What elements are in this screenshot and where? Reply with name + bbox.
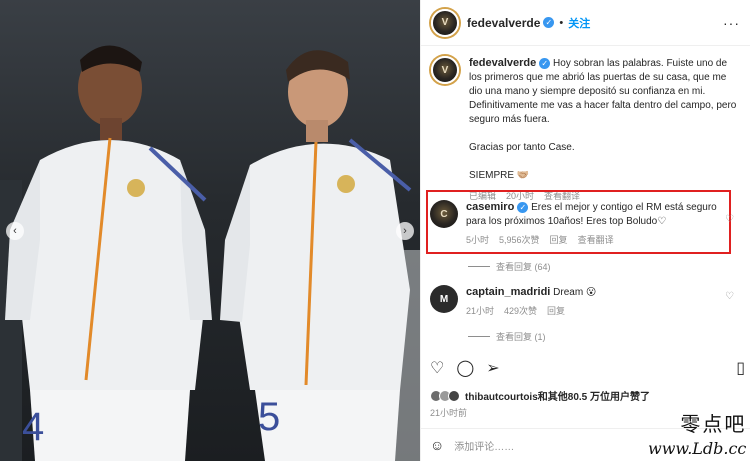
comment-likes[interactable]: 5,956次赞 xyxy=(499,235,540,245)
comment-avatar[interactable]: C xyxy=(430,200,458,228)
liker-avatar xyxy=(448,389,460,402)
replies-divider xyxy=(468,266,490,267)
verified-badge-icon: ✓ xyxy=(517,201,529,213)
caption-line-4: SIEMPRE 🤝🏼 xyxy=(469,170,530,181)
comment-meta: 21小时 429次赞 回复 xyxy=(466,304,726,318)
comment-time: 21小时 xyxy=(466,306,495,316)
post-header: V fedevalverde ✓ • 关注 ··· xyxy=(421,0,750,46)
comment-icon[interactable]: ◯ xyxy=(456,358,474,378)
more-options-icon[interactable]: ··· xyxy=(723,15,740,31)
comment-avatar[interactable]: M xyxy=(430,285,458,313)
previous-image-button[interactable]: ‹ xyxy=(6,222,24,240)
players-illustration: 5 4 xyxy=(0,45,420,461)
likes-first-user[interactable]: thibautcourtois xyxy=(465,392,538,403)
verified-badge-icon: ✓ xyxy=(539,57,551,69)
likes-rest: 和其他80.5 万位用户赞了 xyxy=(537,392,651,403)
comment-like-heart-icon[interactable]: ♡ xyxy=(725,291,734,302)
view-replies-button[interactable]: 查看回复 (1) xyxy=(468,330,546,343)
caption-username[interactable]: fedevalverde xyxy=(469,57,536,69)
separator-dot: • xyxy=(559,16,564,29)
comment-casemiro: C casemiro ✓ Eres el mejor y contigo el R… xyxy=(430,200,740,247)
paper-plane-icon[interactable]: ➢ xyxy=(486,358,499,378)
comment-reply-button[interactable]: 回复 xyxy=(547,306,565,316)
caption-line-3: Gracias por tanto Case. xyxy=(469,142,575,153)
caption-avatar[interactable]: V xyxy=(431,56,459,84)
posted-time: 21小时前 xyxy=(430,408,468,418)
post-actions: ♡ ◯ ➢ ▯ xyxy=(430,358,745,378)
view-replies-label: 查看回复 (64) xyxy=(496,262,551,272)
caption-line-1: fedevalverde ✓ Hoy sobran las palabras. F… xyxy=(469,56,737,99)
author-avatar[interactable]: V xyxy=(431,8,459,37)
comment-captain-madridi: M captain_madridi Dream 😮 21小时 429次赞 回复 ♡ xyxy=(430,285,740,318)
verified-badge-icon: ✓ xyxy=(543,17,555,28)
comment-time: 5小时 xyxy=(466,235,490,245)
view-replies-label: 查看回复 (1) xyxy=(496,332,546,342)
watermark-line-1: 零点吧 xyxy=(680,412,747,436)
watermark-line-2: www.Ldb.cc xyxy=(648,439,747,458)
next-image-button[interactable]: › xyxy=(396,222,414,240)
heart-icon[interactable]: ♡ xyxy=(430,358,444,378)
caption-line-2: Definitivamente me vas a hacer falta den… xyxy=(469,100,737,125)
author-username[interactable]: fedevalverde xyxy=(467,16,540,30)
svg-text:5: 5 xyxy=(258,395,280,439)
comment-username[interactable]: casemiro xyxy=(466,201,514,213)
bookmark-icon[interactable]: ▯ xyxy=(736,358,745,378)
comment-translate-link[interactable]: 查看翻译 xyxy=(578,235,614,245)
comment-text: Dream 😮 xyxy=(553,287,597,298)
post-caption: V fedevalverde ✓ Hoy sobran las palabras.… xyxy=(421,46,750,203)
post-photo: 5 4 ‹ › xyxy=(0,0,420,461)
comment-likes[interactable]: 429次赞 xyxy=(504,306,537,316)
view-replies-button[interactable]: 查看回复 (64) xyxy=(468,260,551,273)
comment-meta: 5小时 5,956次赞 回复 查看翻译 xyxy=(466,233,726,247)
comment-username[interactable]: captain_madridi xyxy=(466,286,550,298)
add-comment-input[interactable]: 添加评论…… xyxy=(454,438,514,453)
likes-text[interactable]: thibautcourtois和其他80.5 万位用户赞了 xyxy=(465,388,650,403)
svg-text:4: 4 xyxy=(22,405,44,449)
watermark: 零点吧 www.Ldb.cc xyxy=(648,408,746,458)
smiley-icon[interactable]: ☺ xyxy=(430,437,444,453)
comment-like-heart-icon[interactable]: ♡ xyxy=(725,214,734,225)
likes-summary: thibautcourtois和其他80.5 万位用户赞了 xyxy=(430,388,650,403)
replies-divider xyxy=(468,336,490,337)
comment-reply-button[interactable]: 回复 xyxy=(550,235,568,245)
follow-button[interactable]: 关注 xyxy=(568,15,590,31)
